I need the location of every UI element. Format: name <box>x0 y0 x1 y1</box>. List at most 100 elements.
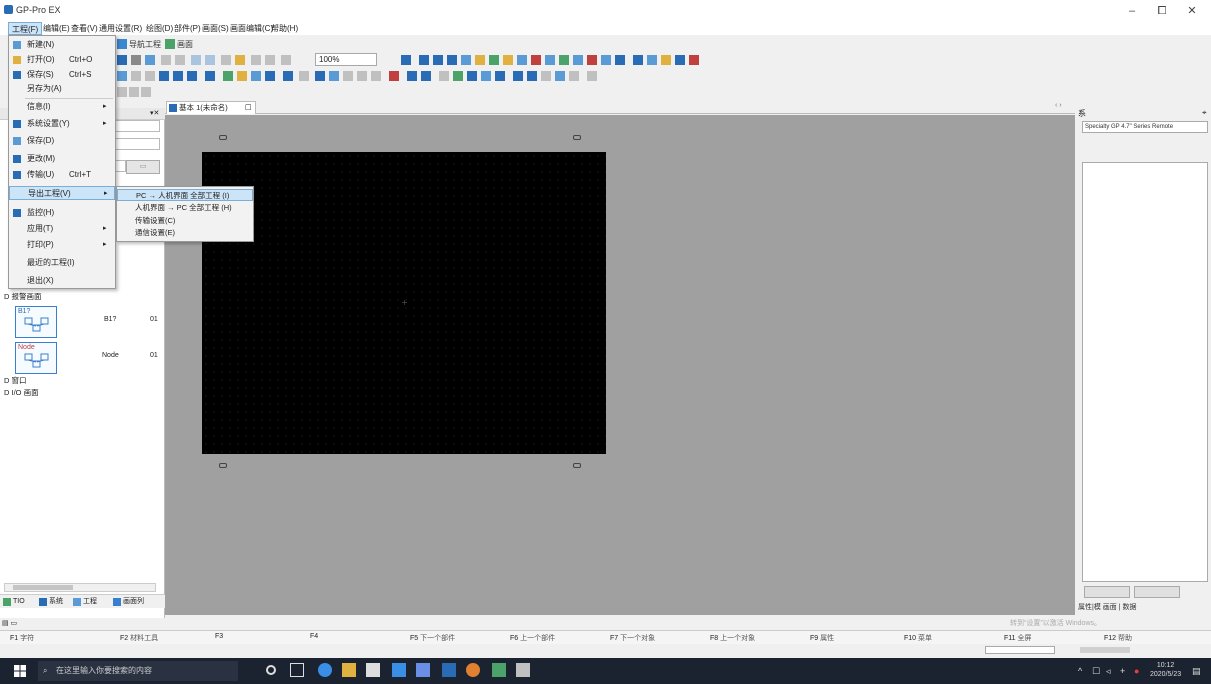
submenu-pc-to-hmi[interactable]: PC → 人机界面 全部工程 (I) <box>117 189 253 201</box>
menu-item-open[interactable]: 打开(O) Ctrl+O <box>9 53 115 67</box>
hmi-screen-canvas[interactable] <box>202 152 606 454</box>
tree-io-screen[interactable]: D I/O 画面 <box>4 388 39 398</box>
edge-icon[interactable] <box>318 663 332 677</box>
align-icon-1[interactable] <box>117 87 127 97</box>
fkey-f4[interactable]: F4 <box>310 633 318 640</box>
tool-icon-3[interactable] <box>145 55 155 65</box>
draw-icon-7[interactable] <box>205 71 215 81</box>
menu-item-apply[interactable]: 应用(T) ▸ <box>9 222 115 236</box>
tool-icon-12[interactable] <box>281 55 291 65</box>
draw-icon-30[interactable] <box>555 71 565 81</box>
draw-icon-8[interactable] <box>223 71 233 81</box>
tool-icon-1[interactable] <box>117 55 127 65</box>
taskbar-search-input[interactable]: ⌕ 在这里输入你要搜索的内容 <box>38 661 238 681</box>
app-icon[interactable] <box>416 663 430 677</box>
fkey-f8[interactable]: F8 上一个对象 <box>710 633 755 643</box>
draw-icon-6[interactable] <box>187 71 197 81</box>
menu-item-change[interactable]: 更改(M) <box>9 152 115 166</box>
tool-icon-14[interactable] <box>419 55 429 65</box>
tool-icon-22[interactable] <box>531 55 541 65</box>
tool-icon-18[interactable] <box>475 55 485 65</box>
tree-alarm-screen[interactable]: D 报警画面 <box>4 292 42 302</box>
windows-start-icon[interactable] <box>14 665 26 677</box>
tab-tio[interactable]: TIO <box>2 596 25 608</box>
draw-icon-16[interactable] <box>343 71 353 81</box>
menu-item-recent[interactable]: 最近的工程(I) <box>9 256 115 270</box>
tray-app-icon[interactable]: ● <box>1134 666 1139 676</box>
network-icon[interactable]: ☐ <box>1092 666 1100 677</box>
menu-item-save-as[interactable]: 另存为(A) <box>9 82 115 96</box>
draw-icon-15[interactable] <box>329 71 339 81</box>
store-icon[interactable] <box>366 663 380 677</box>
draw-icon-10[interactable] <box>251 71 261 81</box>
tool-icon-17[interactable] <box>461 55 471 65</box>
draw-icon-20[interactable] <box>407 71 417 81</box>
draw-icon-17[interactable] <box>357 71 367 81</box>
menu-item-new[interactable]: 新建(N) <box>9 38 115 52</box>
zoom-slider[interactable] <box>1080 647 1130 653</box>
tool-icon-20[interactable] <box>503 55 513 65</box>
app-icon-2[interactable] <box>492 663 506 677</box>
menu-item-transfer-tool[interactable]: 导出工程(V) ▸ <box>9 186 115 200</box>
tool-icon-33[interactable] <box>689 55 699 65</box>
screen-type-select[interactable] <box>114 120 160 132</box>
draw-icon-1[interactable] <box>117 71 127 81</box>
tool-icon-28[interactable] <box>615 55 625 65</box>
tool-icon-25[interactable] <box>573 55 583 65</box>
draw-icon-12[interactable] <box>283 71 293 81</box>
right-panel-tabs[interactable]: 属性|模 画面 | 数据 <box>1078 602 1211 614</box>
draw-icon-27[interactable] <box>513 71 523 81</box>
tool-icon-4[interactable] <box>161 55 171 65</box>
notification-icon[interactable]: ▤ <box>1192 666 1201 677</box>
draw-icon-22[interactable] <box>439 71 449 81</box>
tool-icon-31[interactable] <box>661 55 671 65</box>
draw-icon-13[interactable] <box>299 71 309 81</box>
menu-help[interactable]: 帮助(H) <box>268 22 301 35</box>
submenu-hmi-to-pc[interactable]: 人机界面 → PC 全部工程 (H) <box>117 202 253 214</box>
tool-icon-9[interactable] <box>235 55 245 65</box>
tool-icon-7[interactable] <box>205 55 215 65</box>
fkey-f9[interactable]: F9 属性 <box>810 633 834 643</box>
draw-icon-2[interactable] <box>131 71 141 81</box>
input-icon[interactable]: + <box>1120 666 1125 676</box>
align-icon-2[interactable] <box>129 87 139 97</box>
draw-icon-26[interactable] <box>495 71 505 81</box>
fkey-f2[interactable]: F2 材料工具 <box>120 633 158 643</box>
draw-icon-18[interactable] <box>371 71 381 81</box>
navigation-icon[interactable] <box>117 39 127 49</box>
menu-item-exit[interactable]: 退出(X) <box>9 274 115 288</box>
draw-icon-5[interactable] <box>173 71 183 81</box>
screen-filter-select[interactable] <box>114 138 160 150</box>
app-icon-3[interactable] <box>516 663 530 677</box>
tab-close-icon[interactable]: ☐ <box>245 102 252 114</box>
menu-item-monitor[interactable]: 监控(H) <box>9 206 115 220</box>
navigation-label[interactable]: 导航工程 <box>129 39 161 50</box>
draw-icon-32[interactable] <box>587 71 597 81</box>
close-button[interactable]: ✕ <box>1178 3 1206 19</box>
property-button-1[interactable] <box>1084 586 1130 598</box>
fkey-f6[interactable]: F6 上一个部件 <box>510 633 555 643</box>
horizontal-scrollbar[interactable] <box>4 583 156 592</box>
tool-icon-24[interactable] <box>559 55 569 65</box>
menu-item-info[interactable]: 信息(I) ▸ <box>9 100 115 114</box>
tool-icon-15[interactable] <box>433 55 443 65</box>
volume-icon[interactable]: ◃ <box>1106 666 1111 677</box>
tool-icon-16[interactable] <box>447 55 457 65</box>
tool-icon-8[interactable] <box>221 55 231 65</box>
maximize-button[interactable]: ⧠ <box>1148 3 1176 19</box>
tab-nav-icon[interactable]: ‹ › <box>1055 102 1062 109</box>
draw-icon-25[interactable] <box>481 71 491 81</box>
tool-icon-11[interactable] <box>265 55 275 65</box>
file-explorer-icon[interactable] <box>342 663 356 677</box>
draw-icon-21[interactable] <box>421 71 431 81</box>
taskbar-clock[interactable]: 10:12 2020/5/23 <box>1150 661 1181 679</box>
menu-item-system-settings[interactable]: 系统设置(Y) ▸ <box>9 117 115 131</box>
menu-item-print[interactable]: 打印(P) ▸ <box>9 238 115 252</box>
screen-thumbnail-2[interactable]: Node <box>15 342 57 374</box>
tool-icon-29[interactable] <box>633 55 643 65</box>
tray-chevron-icon[interactable]: ^ <box>1078 666 1082 676</box>
tool-icon-6[interactable] <box>191 55 201 65</box>
draw-icon-31[interactable] <box>569 71 579 81</box>
cortana-icon[interactable] <box>266 665 276 675</box>
menu-common-settings[interactable]: 通用设置(R) <box>96 22 145 35</box>
